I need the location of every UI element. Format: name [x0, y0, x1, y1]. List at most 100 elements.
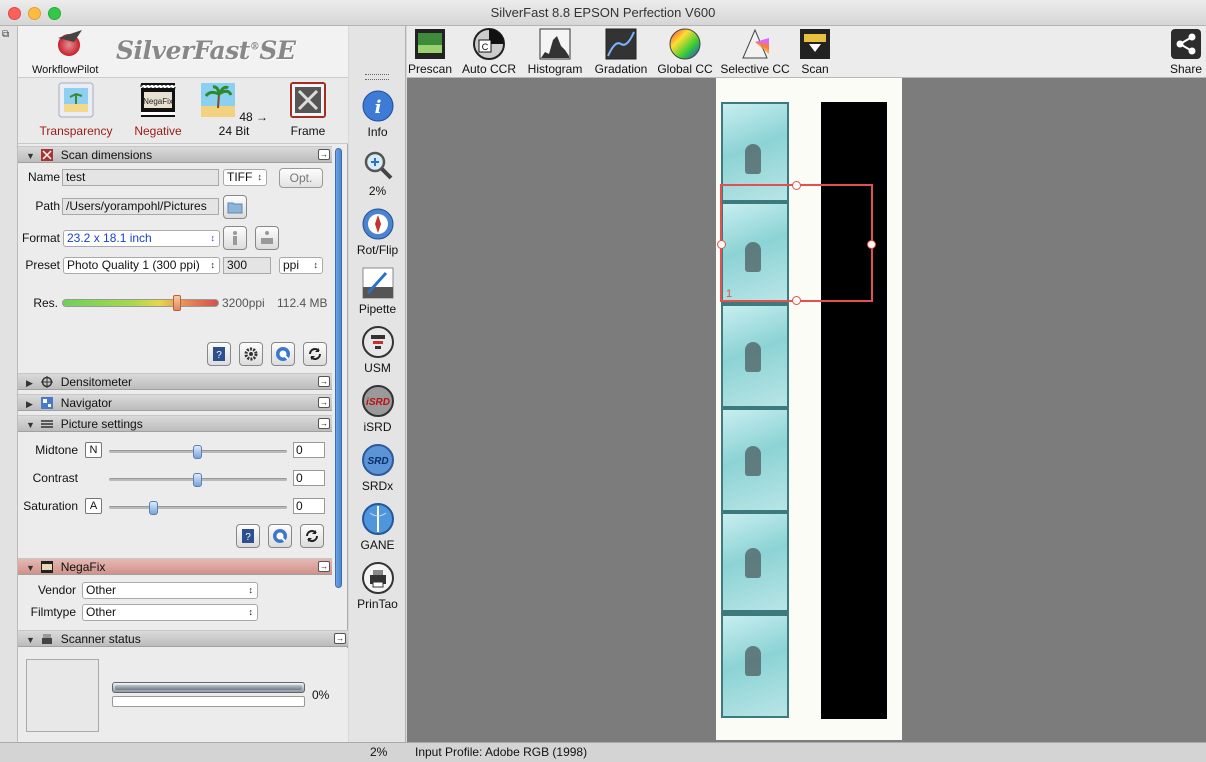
pipette-tool[interactable]: Pipette [349, 267, 406, 316]
detach-section-icon[interactable]: → [334, 633, 346, 644]
selection-handle-bottom[interactable] [792, 296, 801, 305]
reset-button[interactable] [303, 342, 327, 366]
contrast-value[interactable]: 0 [293, 470, 325, 486]
contrast-label: Contrast [32, 471, 78, 485]
file-format-select[interactable]: TIFF [223, 169, 267, 186]
panel-scrollbar[interactable] [332, 144, 346, 622]
settings-button[interactable] [239, 342, 263, 366]
contrast-slider-knob[interactable] [193, 473, 202, 487]
ppi-unit-select[interactable]: ppi [279, 257, 323, 274]
isrd-tool[interactable]: iSRD iSRD [349, 385, 406, 434]
saturation-value[interactable]: 0 [293, 498, 325, 514]
midtone-key[interactable]: N [85, 442, 102, 458]
picture-help-button[interactable]: ? [236, 524, 260, 548]
expand-triangle-icon[interactable]: ▶ [26, 396, 38, 412]
format-size-select[interactable]: 23.2 x 18.1 inch [63, 230, 220, 247]
workflow-pilot-label[interactable]: WorkflowPilot [32, 64, 98, 76]
detach-section-icon[interactable]: → [318, 376, 330, 387]
silverfast-logo: SilverFast®SE [116, 36, 296, 65]
resolution-slider-knob[interactable] [173, 295, 181, 311]
transparency-mode-button[interactable]: Transparency [36, 82, 116, 138]
navigator-header[interactable]: ▶ Navigator → [18, 394, 332, 411]
srdx-tool[interactable]: SRD SRDx [349, 444, 406, 493]
logo-suffix: SE [259, 36, 296, 65]
filmtype-select[interactable]: Other [82, 604, 258, 621]
selective-cc-button[interactable]: Selective CC [719, 28, 791, 76]
auto-ccr-button[interactable]: C Auto CCR [461, 28, 517, 76]
name-input[interactable]: test [62, 169, 219, 186]
portrait-orientation-button[interactable] [223, 226, 247, 250]
negative-mode-button[interactable]: NegaFix Negative [122, 82, 194, 138]
settings-panel: ⧉ WorkflowPilot SilverFast®SE Transparen… [0, 26, 348, 742]
picture-quicktime-button[interactable] [268, 524, 292, 548]
share-button[interactable]: Share [1167, 28, 1205, 76]
contrast-slider[interactable] [109, 473, 287, 487]
saturation-slider[interactable] [109, 501, 287, 515]
densitometer-header[interactable]: ▶ Densitometer → [18, 373, 332, 390]
close-window-button[interactable] [8, 7, 21, 20]
picture-settings-title: Picture settings [60, 417, 143, 431]
saturation-key[interactable]: A [85, 498, 102, 514]
zoom-tool[interactable]: 2% [349, 149, 406, 198]
share-label: Share [1169, 62, 1203, 76]
detach-section-icon[interactable]: → [318, 397, 330, 408]
minimize-window-button[interactable] [28, 7, 41, 20]
ppi-input[interactable]: 300 [223, 257, 271, 274]
film-frame [723, 410, 787, 510]
scanner-status-header[interactable]: ▼ Scanner status → [18, 630, 348, 647]
landscape-orientation-button[interactable] [255, 226, 279, 250]
quicktime-help-button[interactable] [271, 342, 295, 366]
info-tool[interactable]: i Info [349, 90, 406, 139]
saturation-slider-knob[interactable] [148, 501, 158, 515]
collapse-triangle-icon[interactable]: ▼ [26, 560, 38, 576]
path-input[interactable]: /Users/yorampohl/Pictures [62, 198, 219, 215]
scan-button[interactable]: Scan [795, 28, 835, 76]
detach-section-icon[interactable]: → [318, 561, 330, 572]
detach-section-icon[interactable]: → [318, 149, 330, 160]
usm-tool[interactable]: USM [349, 326, 406, 375]
gradation-button[interactable]: Gradation [593, 28, 649, 76]
expand-triangle-icon[interactable]: ▶ [26, 375, 38, 391]
resolution-slider[interactable] [62, 295, 219, 311]
help-button[interactable]: ? [207, 342, 231, 366]
negafix-header[interactable]: ▼ NegaFix → [18, 558, 332, 575]
workflow-pilot-icon[interactable] [52, 28, 86, 58]
rotate-flip-tool[interactable]: Rot/Flip [349, 208, 406, 257]
panel-scrollbar-thumb[interactable] [335, 148, 342, 588]
collapse-triangle-icon[interactable]: ▼ [26, 417, 38, 433]
selection-handle-top[interactable] [792, 181, 801, 190]
detach-section-icon[interactable]: → [318, 418, 330, 429]
choose-folder-button[interactable] [223, 195, 247, 219]
name-label: Name [27, 170, 60, 184]
dock-icon[interactable]: ⧉ [2, 29, 9, 40]
resolution-label: Res. [33, 296, 58, 310]
midtone-value[interactable]: 0 [293, 442, 325, 458]
collapse-triangle-icon[interactable]: ▼ [26, 632, 38, 648]
printao-tool[interactable]: PrinTao [349, 562, 406, 611]
scan-dimensions-header[interactable]: ▼ Scan dimensions → [18, 146, 332, 163]
frame-mode-button[interactable]: Frame [278, 82, 338, 138]
vendor-select[interactable]: Other [82, 582, 258, 599]
svg-text:NegaFix: NegaFix [143, 97, 173, 106]
prescan-button[interactable]: Prescan [407, 28, 453, 76]
landscape-icon [261, 231, 273, 244]
tool-column-grip[interactable] [365, 74, 389, 80]
midtone-slider-knob[interactable] [193, 445, 202, 459]
printao-label: PrinTao [357, 597, 398, 611]
picture-reset-button[interactable] [300, 524, 324, 548]
histogram-button[interactable]: Histogram [525, 28, 585, 76]
options-button[interactable]: Opt. [279, 168, 323, 188]
picture-settings-header[interactable]: ▼ Picture settings → [18, 415, 332, 432]
selection-handle-right[interactable] [867, 240, 876, 249]
collapse-triangle-icon[interactable]: ▼ [26, 148, 38, 164]
gane-tool[interactable]: GANE [349, 503, 406, 552]
midtone-slider[interactable] [109, 445, 287, 459]
scan-frame-selection[interactable]: 1 [717, 181, 876, 305]
status-bar: 2% Input Profile: Adobe RGB (1998) [0, 742, 1206, 762]
selection-handle-left[interactable] [717, 240, 726, 249]
bit-depth-button[interactable]: 48 → 24 Bit [194, 82, 274, 138]
preset-select[interactable]: Photo Quality 1 (300 ppi) [63, 257, 220, 274]
zoom-window-button[interactable] [48, 7, 61, 20]
global-cc-button[interactable]: Global CC [657, 28, 713, 76]
prescan-preview-area[interactable]: 1 [407, 78, 1206, 742]
